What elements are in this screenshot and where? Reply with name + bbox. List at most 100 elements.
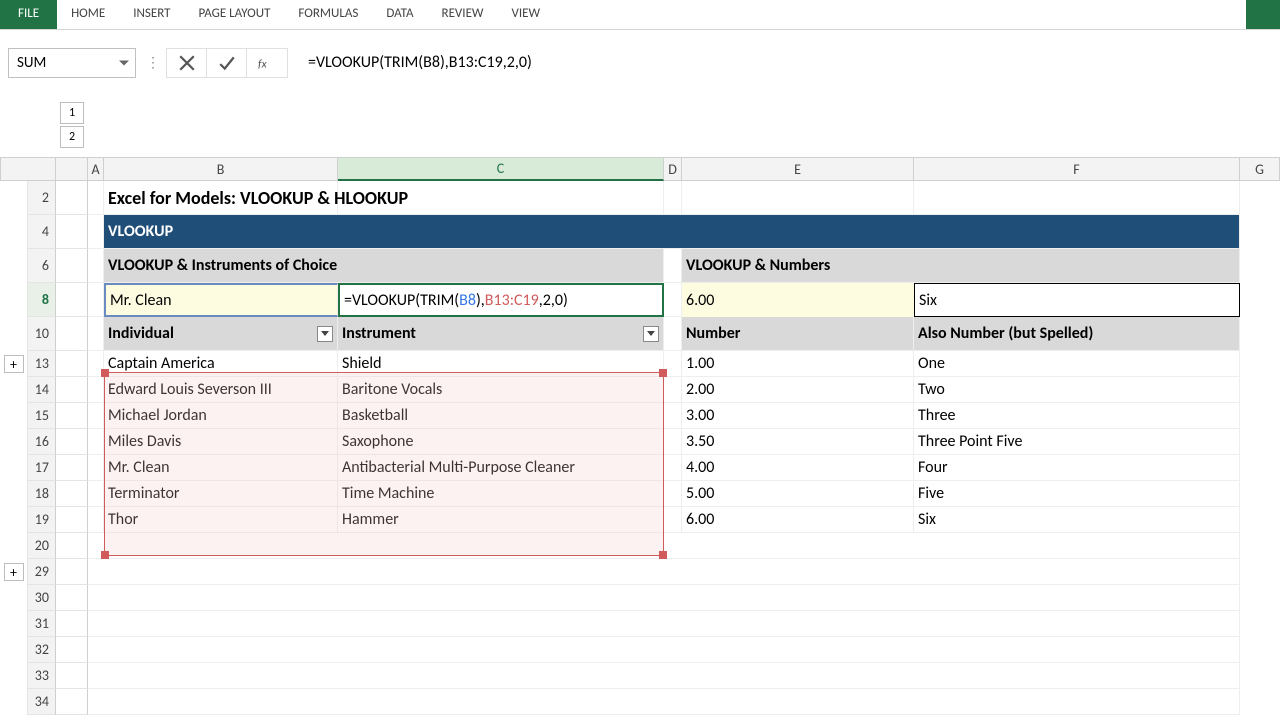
tab-home[interactable]: HOME bbox=[57, 0, 119, 29]
right-subheader[interactable]: VLOOKUP & Numbers bbox=[682, 249, 1240, 283]
cell-d10[interactable] bbox=[664, 317, 682, 351]
col-header-c[interactable]: C bbox=[338, 157, 664, 181]
cell-a4[interactable] bbox=[88, 215, 104, 249]
cell-a8[interactable] bbox=[88, 283, 104, 317]
enter-button[interactable] bbox=[207, 49, 247, 77]
cell-spelled[interactable]: Three Point Five bbox=[914, 429, 1240, 455]
cell-individual[interactable]: Captain America bbox=[104, 351, 338, 377]
row-header-14[interactable]: 14 bbox=[28, 377, 56, 403]
cell-spelled[interactable]: Four bbox=[914, 455, 1240, 481]
cell-spelled[interactable]: Two bbox=[914, 377, 1240, 403]
row-header-32[interactable]: 32 bbox=[28, 637, 56, 663]
col-header-d[interactable]: D bbox=[664, 157, 682, 181]
cell-spelled[interactable]: Five bbox=[914, 481, 1240, 507]
editing-formula-cell[interactable]: =VLOOKUP(TRIM(B8),B13:C19,2,0) bbox=[338, 283, 664, 317]
select-all-corner[interactable] bbox=[0, 157, 56, 181]
row-header-29[interactable]: 29 bbox=[28, 559, 56, 585]
col-header-f[interactable]: F bbox=[914, 157, 1240, 181]
lookup-value-left[interactable]: Mr. Clean bbox=[104, 283, 338, 317]
cell-instrument[interactable]: Saxophone bbox=[338, 429, 664, 455]
row-header-34[interactable]: 34 bbox=[28, 689, 56, 715]
row-header-2[interactable]: 2 bbox=[28, 181, 56, 215]
cell-number[interactable]: 5.00 bbox=[682, 481, 914, 507]
cell-instrument[interactable]: Basketball bbox=[338, 403, 664, 429]
lookup-result-right[interactable]: Six bbox=[914, 283, 1240, 317]
row-header-19[interactable]: 19 bbox=[28, 507, 56, 533]
row-header-8[interactable]: 8 bbox=[28, 283, 56, 317]
row-header-17[interactable]: 17 bbox=[28, 455, 56, 481]
cell-d6[interactable] bbox=[664, 249, 682, 283]
cell-d2[interactable] bbox=[664, 181, 682, 215]
outline-level-1[interactable]: 1 bbox=[60, 102, 84, 124]
row-header-6[interactable]: 6 bbox=[28, 249, 56, 283]
tab-page-layout[interactable]: PAGE LAYOUT bbox=[185, 0, 285, 29]
outline-level-2[interactable]: 2 bbox=[60, 126, 84, 148]
cell-instrument[interactable]: Hammer bbox=[338, 507, 664, 533]
header-individual[interactable]: Individual bbox=[104, 317, 338, 351]
cell-spelled[interactable]: One bbox=[914, 351, 1240, 377]
row-header-10[interactable]: 10 bbox=[28, 317, 56, 351]
tab-formulas[interactable]: FORMULAS bbox=[284, 0, 372, 29]
tab-review[interactable]: REVIEW bbox=[428, 0, 498, 29]
cell-number[interactable]: 2.00 bbox=[682, 377, 914, 403]
cell-instrument[interactable]: Antibacterial Multi-Purpose Cleaner bbox=[338, 455, 664, 481]
formula-bar-input[interactable]: =VLOOKUP(TRIM(B8),B13:C19,2,0) bbox=[298, 48, 1280, 78]
ribbon-collapse[interactable] bbox=[1246, 0, 1280, 29]
header-instrument[interactable]: Instrument bbox=[338, 317, 664, 351]
row-header-20[interactable]: 20 bbox=[28, 533, 56, 559]
cell-number[interactable]: 6.00 bbox=[682, 507, 914, 533]
filter-icon[interactable] bbox=[317, 326, 333, 342]
tab-view[interactable]: VIEW bbox=[498, 0, 555, 29]
cancel-button[interactable] bbox=[167, 49, 207, 77]
filter-icon[interactable] bbox=[643, 326, 659, 342]
cell-c2[interactable] bbox=[338, 181, 664, 215]
cell-individual[interactable]: Miles Davis bbox=[104, 429, 338, 455]
col-header-g[interactable]: G bbox=[1240, 157, 1280, 181]
cell-instrument[interactable]: Time Machine bbox=[338, 481, 664, 507]
cell-a6[interactable] bbox=[88, 249, 104, 283]
row-header-18[interactable]: 18 bbox=[28, 481, 56, 507]
cell-number[interactable]: 4.00 bbox=[682, 455, 914, 481]
cell-individual[interactable]: Edward Louis Severson III bbox=[104, 377, 338, 403]
fx-ref-range: B13:C19 bbox=[485, 291, 539, 310]
cell-f2[interactable] bbox=[914, 181, 1240, 215]
name-box[interactable]: SUM bbox=[8, 48, 136, 78]
cell-instrument[interactable]: Baritone Vocals bbox=[338, 377, 664, 403]
cell-spelled[interactable]: Three bbox=[914, 403, 1240, 429]
tab-file[interactable]: FILE bbox=[0, 0, 57, 29]
row-header-30[interactable]: 30 bbox=[28, 585, 56, 611]
fx-button[interactable]: fx bbox=[247, 49, 287, 77]
cell-a2[interactable] bbox=[88, 181, 104, 215]
row-header-4[interactable]: 4 bbox=[28, 215, 56, 249]
row-header-15[interactable]: 15 bbox=[28, 403, 56, 429]
cell-number[interactable]: 3.50 bbox=[682, 429, 914, 455]
row-header-16[interactable]: 16 bbox=[28, 429, 56, 455]
header-number[interactable]: Number bbox=[682, 317, 914, 351]
header-spelled[interactable]: Also Number (but Spelled) bbox=[914, 317, 1240, 351]
cell-a10[interactable] bbox=[88, 317, 104, 351]
col-header-e[interactable]: E bbox=[682, 157, 914, 181]
row-header-13[interactable]: 13 bbox=[28, 351, 56, 377]
cell-instrument[interactable]: Shield bbox=[338, 351, 664, 377]
outline-expand-2[interactable]: + bbox=[4, 563, 24, 581]
lookup-value-right[interactable]: 6.00 bbox=[682, 283, 914, 317]
cell-individual[interactable]: Mr. Clean bbox=[104, 455, 338, 481]
row-header-31[interactable]: 31 bbox=[28, 611, 56, 637]
col-header-a[interactable]: A bbox=[88, 157, 104, 181]
page-title[interactable]: Excel for Models: VLOOKUP & HLOOKUP bbox=[104, 181, 338, 215]
cell-individual[interactable]: Michael Jordan bbox=[104, 403, 338, 429]
cell-spelled[interactable]: Six bbox=[914, 507, 1240, 533]
col-header-b[interactable]: B bbox=[104, 157, 338, 181]
cell-number[interactable]: 1.00 bbox=[682, 351, 914, 377]
outline-expand-1[interactable]: + bbox=[4, 355, 24, 373]
cell-d8[interactable] bbox=[664, 283, 682, 317]
section-header[interactable]: VLOOKUP bbox=[104, 215, 1240, 249]
cell-number[interactable]: 3.00 bbox=[682, 403, 914, 429]
tab-insert[interactable]: INSERT bbox=[119, 0, 184, 29]
cell-individual[interactable]: Terminator bbox=[104, 481, 338, 507]
cell-e2[interactable] bbox=[682, 181, 914, 215]
tab-data[interactable]: DATA bbox=[372, 0, 427, 29]
cell-individual[interactable]: Thor bbox=[104, 507, 338, 533]
row-header-33[interactable]: 33 bbox=[28, 663, 56, 689]
left-subheader[interactable]: VLOOKUP & Instruments of Choice bbox=[104, 249, 664, 283]
